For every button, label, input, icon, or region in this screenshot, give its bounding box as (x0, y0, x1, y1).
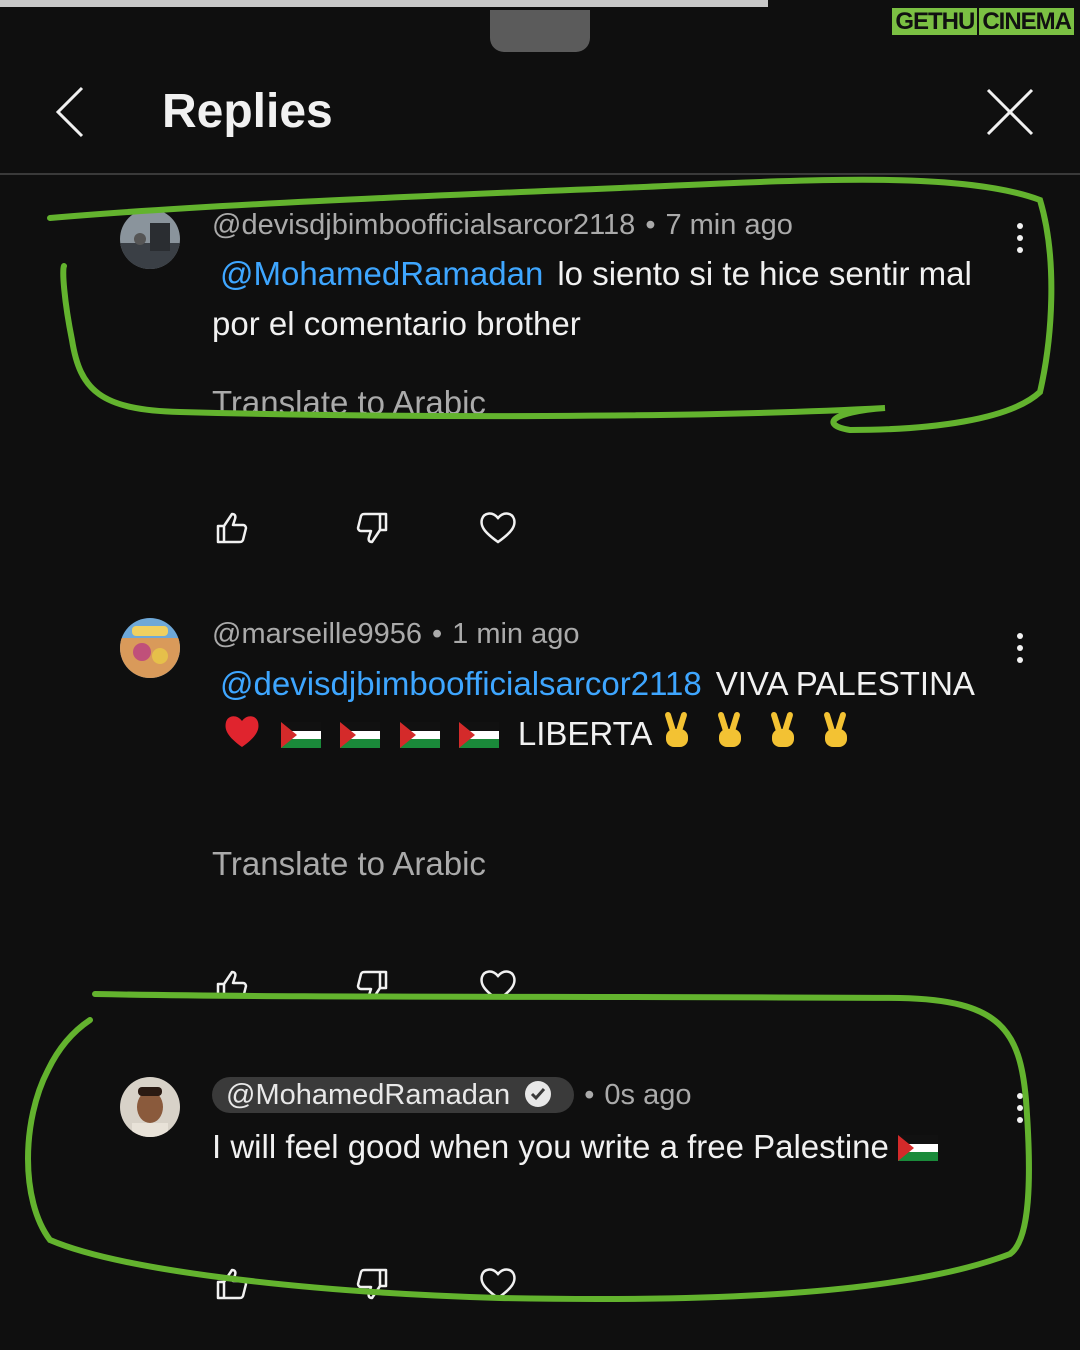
comment-body-part2: LIBERTA (517, 715, 651, 752)
thumb-up-icon[interactable] (212, 966, 252, 996)
avatar[interactable] (120, 209, 180, 269)
comment-time: 1 min ago (452, 618, 580, 650)
thumb-up-icon[interactable] (212, 1264, 252, 1304)
avatar[interactable] (120, 618, 180, 678)
palestine-flag-icon (458, 722, 499, 748)
victory-hand-icon (766, 711, 800, 765)
mention-link[interactable]: @MohamedRamadan (220, 255, 543, 292)
thumb-down-icon[interactable] (352, 508, 392, 548)
thumb-up-icon[interactable] (212, 508, 252, 548)
comment-text: @MohamedRamadan lo siento si te hice sent… (212, 249, 1012, 349)
close-icon[interactable] (984, 86, 1036, 138)
comment-time: 7 min ago (665, 209, 793, 241)
sheet-drag-handle[interactable] (490, 10, 590, 52)
comment-text: I will feel good when you write a free P… (212, 1122, 1012, 1172)
victory-hand-icon (819, 711, 853, 765)
comment-body: I will feel good when you write a free P… (212, 1128, 889, 1165)
back-arrow-icon[interactable] (50, 82, 98, 142)
comment-body-part1: VIVA PALESTINA (715, 665, 974, 702)
thumb-down-icon[interactable] (352, 1264, 392, 1304)
header-divider (0, 173, 1080, 175)
translate-button[interactable]: Translate to Arabic (212, 845, 486, 883)
thumb-down-icon[interactable] (352, 966, 392, 996)
comment-meta: @marseille9956 • 1 min ago (212, 618, 580, 650)
heart-emoji-icon (222, 711, 262, 765)
palestine-flag-icon (281, 722, 322, 748)
heart-icon[interactable] (478, 508, 518, 548)
palestine-flag-icon (340, 722, 381, 748)
victory-hand-icon (660, 711, 694, 765)
comment-author[interactable]: @devisdjbimboofficialsarcor2118 (212, 209, 635, 241)
comment-author[interactable]: @marseille9956 (212, 618, 422, 650)
victory-hand-icon (713, 711, 747, 765)
top-status-line (0, 0, 768, 7)
creator-badge[interactable]: @MohamedRamadan (212, 1077, 575, 1116)
heart-icon[interactable] (478, 966, 518, 996)
heart-icon[interactable] (478, 1264, 518, 1304)
verified-check-icon (524, 1080, 552, 1116)
avatar[interactable] (120, 1077, 180, 1137)
watermark-logo: GETHU CINEMA (892, 8, 1074, 36)
watermark-part1: GETHU (892, 8, 978, 35)
comment-meta: @devisdjbimboofficialsarcor2118 • 7 min ag… (212, 209, 793, 241)
watermark-part2: CINEMA (979, 8, 1074, 35)
mention-link[interactable]: @devisdjbimboofficialsarcor2118 (220, 665, 702, 702)
palestine-flag-icon (399, 722, 440, 748)
comment-text: @devisdjbimboofficialsarcor2118 VIVA PALE… (212, 659, 1012, 765)
comment-time: 0s ago (604, 1079, 692, 1111)
comment-meta: @MohamedRamadan • 0s ago (212, 1077, 692, 1116)
comment-author[interactable]: @MohamedRamadan (226, 1079, 510, 1111)
translate-button[interactable]: Translate to Arabic (212, 384, 486, 418)
palestine-flag-icon (898, 1135, 939, 1161)
page-title: Replies (162, 85, 333, 138)
